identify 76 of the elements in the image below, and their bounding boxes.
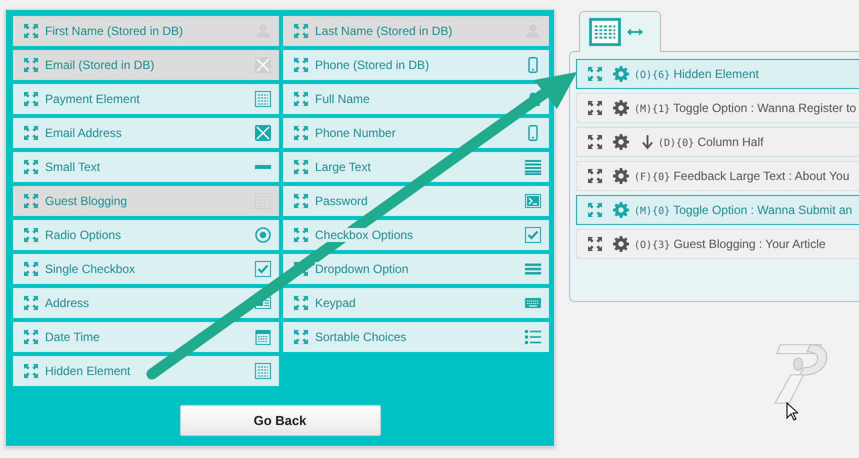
layout-tab[interactable] (579, 11, 661, 52)
field-item[interactable]: Keypad (283, 288, 549, 318)
form-item-label: (O){3} Guest Blogging : Your Article (634, 237, 826, 251)
field-label: Phone (Stored in DB) (315, 58, 430, 72)
field-label: Last Name (Stored in DB) (315, 24, 452, 38)
field-label: Single Checkbox (45, 262, 136, 276)
field-item[interactable]: Email Address (13, 118, 279, 148)
field-label: Guest Blogging (45, 194, 128, 208)
calendar-icon (255, 329, 271, 345)
resize-arrows-icon (627, 28, 643, 36)
expand-icon[interactable] (587, 134, 603, 150)
radio-icon (255, 227, 271, 243)
checkbox-icon (255, 261, 271, 277)
form-item-label: (F){0} Feedback Large Text : About You (634, 169, 850, 183)
menu-icon (525, 261, 541, 277)
grid-icon (589, 18, 621, 46)
checkbox-icon (525, 227, 541, 243)
form-item[interactable]: (F){0} Feedback Large Text : About You (576, 161, 859, 191)
expand-icon[interactable] (587, 100, 603, 116)
field-label: Keypad (315, 296, 356, 310)
envelope-icon (255, 57, 271, 73)
dash-icon (255, 165, 271, 169)
field-label: Phone Number (315, 126, 396, 140)
field-label: Password (315, 194, 368, 208)
settings-icon[interactable] (613, 236, 629, 252)
field-label: Date Time (45, 330, 100, 344)
cursor-icon (786, 402, 798, 422)
field-item[interactable]: Radio Options (13, 220, 279, 250)
envelope-icon (255, 125, 271, 141)
down-arrow-icon (642, 134, 653, 150)
form-item[interactable]: (D){0} Column Half (576, 127, 859, 157)
field-item[interactable]: Hidden Element (13, 356, 279, 386)
field-label: Address (45, 296, 90, 310)
settings-icon[interactable] (613, 168, 629, 184)
form-item-label: (M){1} Toggle Option : Wanna Register to (634, 101, 856, 115)
field-item[interactable]: Date Time (13, 322, 279, 352)
grid-icon (255, 363, 271, 379)
field-label: Email Address (45, 126, 122, 140)
keyboard-icon (525, 295, 541, 311)
field-item[interactable]: Sortable Choices (283, 322, 549, 352)
expand-icon[interactable] (587, 236, 603, 252)
expand-icon[interactable] (587, 168, 603, 184)
field-item[interactable]: Phone Number (283, 118, 549, 148)
form-item-label: (O){6} Hidden Element (634, 67, 759, 81)
field-item[interactable]: Phone (Stored in DB) (283, 50, 549, 80)
field-label: Full Name (315, 92, 370, 106)
form-item-label: (D){0} Column Half (658, 135, 764, 149)
field-item[interactable]: Payment Element (13, 84, 279, 114)
field-label: Email (Stored in DB) (45, 58, 154, 72)
grid-icon (255, 91, 271, 107)
field-item[interactable]: Small Text (13, 152, 279, 182)
field-item[interactable]: Single Checkbox (13, 254, 279, 284)
field-label: Hidden Element (45, 364, 130, 378)
field-label: Dropdown Option (315, 262, 408, 276)
field-label: Large Text (315, 160, 371, 174)
field-label: Payment Element (45, 92, 140, 106)
address-card-icon (255, 295, 271, 311)
form-item-label: (M){0} Toggle Option : Wanna Submit an (634, 203, 852, 217)
field-label: Small Text (45, 160, 100, 174)
lines-icon (525, 159, 541, 175)
settings-icon[interactable] (613, 100, 629, 116)
field-label: Radio Options (45, 228, 122, 242)
field-item[interactable]: Password (283, 186, 549, 216)
terminal-icon (525, 193, 541, 209)
go-back-button[interactable]: Go Back (180, 405, 380, 436)
settings-icon[interactable] (613, 134, 629, 150)
field-item[interactable]: Large Text (283, 152, 549, 182)
list-icon (525, 329, 541, 345)
field-item[interactable]: Dropdown Option (283, 254, 549, 284)
field-label: First Name (Stored in DB) (45, 24, 184, 38)
form-item[interactable]: (M){1} Toggle Option : Wanna Register to (576, 93, 859, 123)
field-label: Checkbox Options (315, 228, 414, 242)
field-label: Sortable Choices (315, 330, 406, 344)
field-item[interactable]: Address (13, 288, 279, 318)
form-item[interactable]: (O){3} Guest Blogging : Your Article (576, 229, 859, 259)
field-item[interactable]: Checkbox Options (283, 220, 549, 250)
